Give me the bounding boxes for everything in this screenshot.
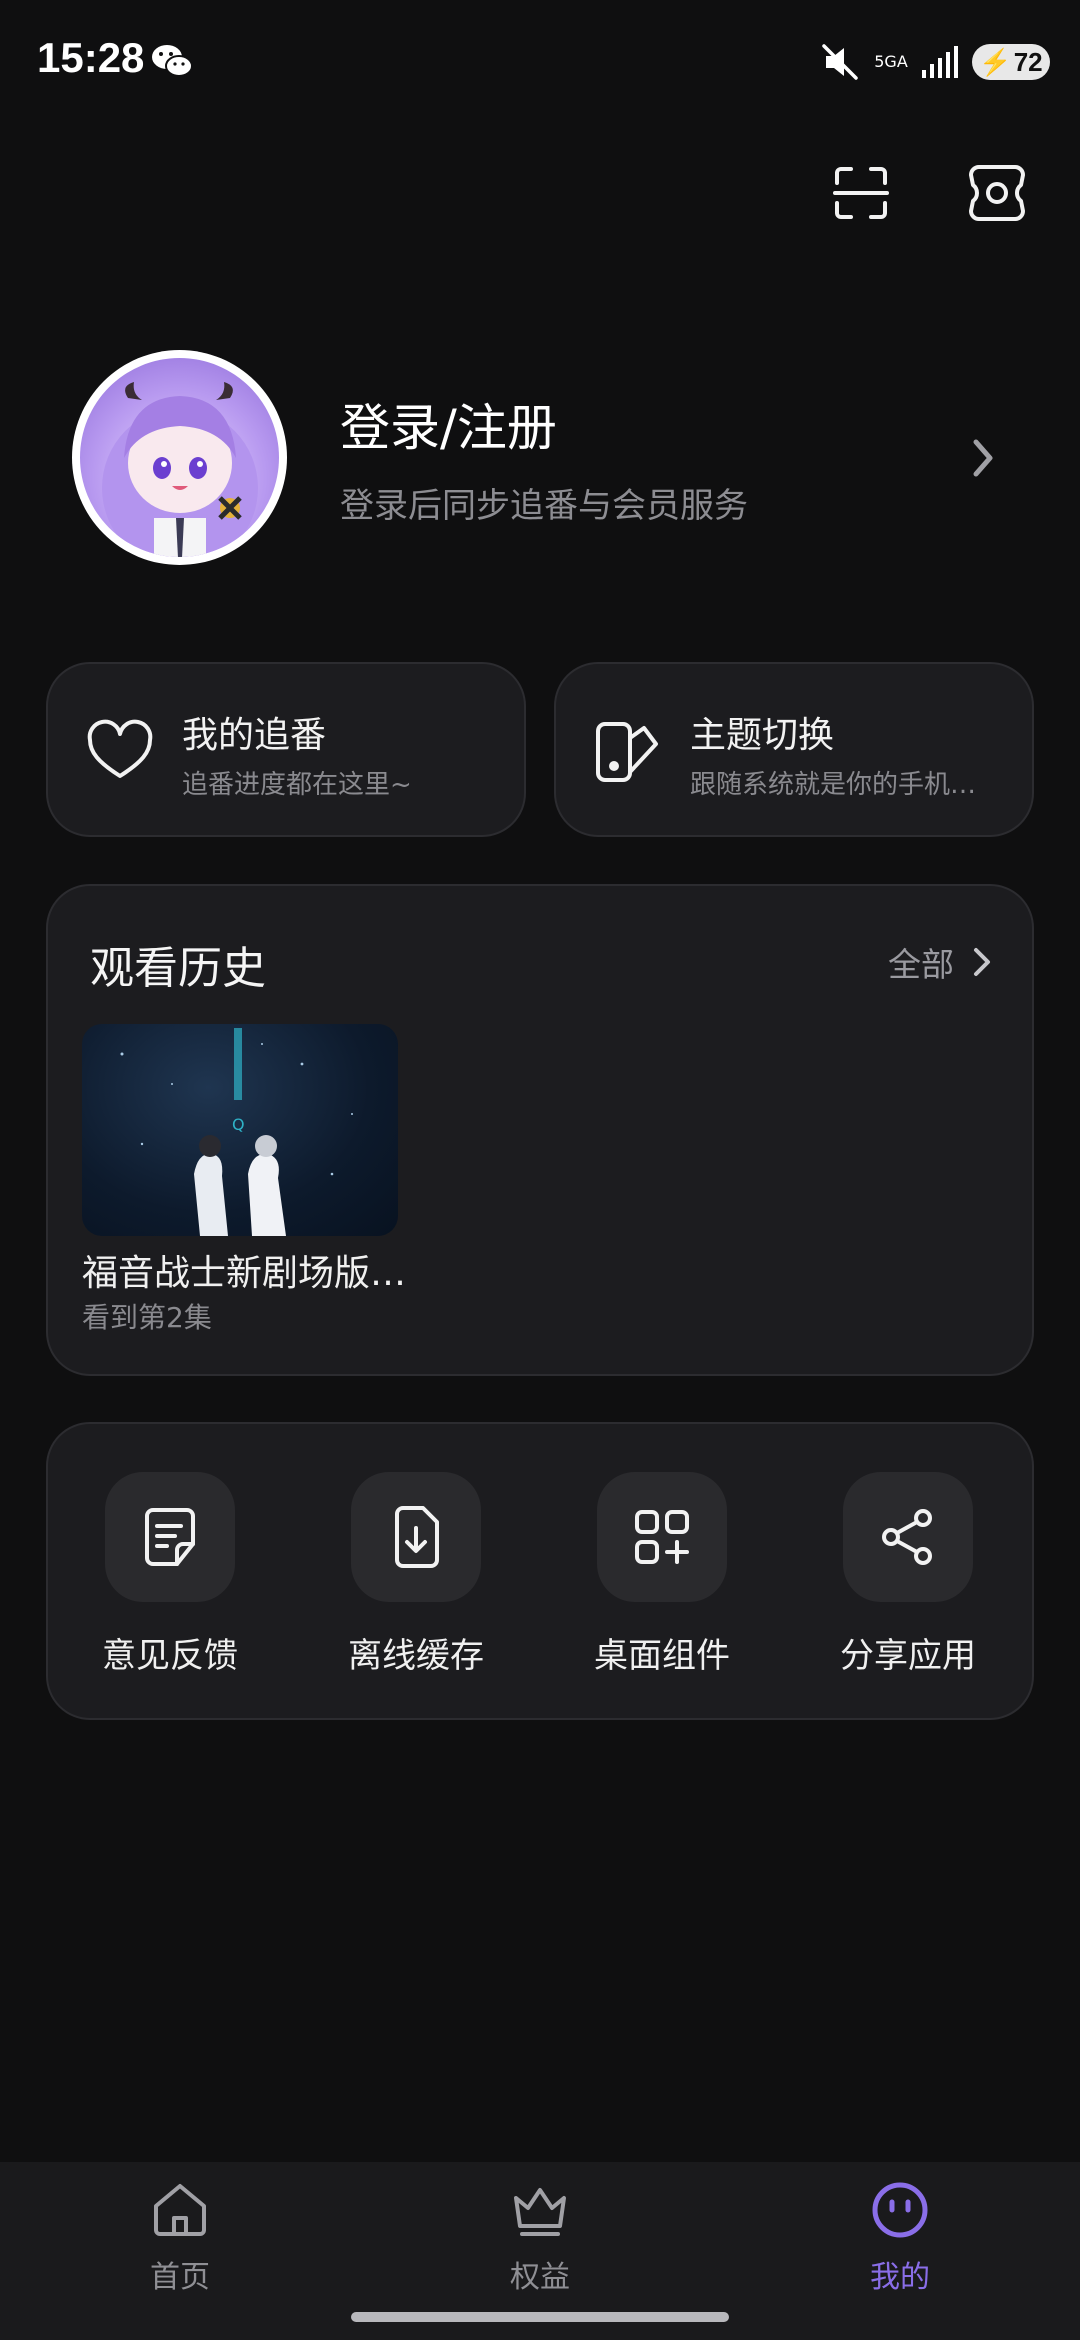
my-follow-subtitle: 追番进度都在这里~ bbox=[182, 770, 412, 800]
widget-icon-box bbox=[597, 1472, 727, 1602]
feedback-label: 意见反馈 bbox=[102, 1636, 238, 1676]
chevron-right-icon bbox=[974, 948, 990, 976]
theme-switch-title: 主题切换 bbox=[690, 715, 835, 756]
settings-icon bbox=[969, 165, 1025, 221]
avatar[interactable] bbox=[72, 350, 287, 565]
my-follow-title: 我的追番 bbox=[182, 715, 327, 756]
scan-icon bbox=[833, 167, 889, 219]
share-app-label: 分享应用 bbox=[840, 1636, 976, 1676]
home-icon bbox=[154, 2184, 206, 2236]
my-follow-card[interactable]: 我的追番 追番进度都在这里~ bbox=[46, 662, 526, 837]
home-indicator[interactable] bbox=[351, 2312, 729, 2322]
heart-icon bbox=[87, 719, 153, 778]
nav-home-label: 首页 bbox=[150, 2260, 210, 2295]
theme-icon bbox=[596, 722, 658, 782]
status-bar: 15:28 5GA ⚡ 72 bbox=[0, 0, 1080, 120]
header-actions bbox=[828, 160, 1030, 226]
desktop-widget-button[interactable]: 桌面组件 bbox=[562, 1472, 762, 1677]
crown-icon bbox=[514, 2188, 566, 2236]
desktop-widget-label: 桌面组件 bbox=[594, 1636, 730, 1676]
theme-switch-subtitle: 跟随系统就是你的手机… bbox=[690, 770, 977, 800]
avatar-illustration bbox=[102, 382, 258, 557]
tools-card: 意见反馈 离线缓存 桌面组件 分享应用 bbox=[46, 1422, 1034, 1720]
login-title[interactable]: 登录/注册 bbox=[340, 388, 557, 460]
history-item-title[interactable]: 福音战士新剧场版… bbox=[82, 1244, 406, 1296]
nav-benefits[interactable]: 权益 bbox=[460, 2178, 620, 2296]
feedback-button[interactable]: 意见反馈 bbox=[70, 1472, 270, 1677]
share-icon-box bbox=[843, 1472, 973, 1602]
nav-mine[interactable]: 我的 bbox=[820, 2178, 980, 2296]
share-app-button[interactable]: 分享应用 bbox=[808, 1472, 1008, 1677]
scan-button[interactable] bbox=[828, 160, 894, 226]
status-icons: 5GA ⚡ 72 bbox=[818, 40, 1050, 84]
watch-history-card: 观看历史 全部 Q 福音战士新剧场版… 看到第2集 bbox=[46, 884, 1034, 1376]
nav-benefits-label: 权益 bbox=[510, 2260, 570, 2295]
status-time: 15:28 bbox=[37, 34, 145, 81]
history-thumbnail[interactable]: Q bbox=[82, 1024, 398, 1236]
chevron-right-icon[interactable] bbox=[958, 428, 1008, 488]
watch-history-title: 观看历史 bbox=[90, 943, 266, 994]
svg-text:Q: Q bbox=[232, 1115, 245, 1134]
settings-button[interactable] bbox=[964, 160, 1030, 226]
avatar-image bbox=[80, 358, 279, 557]
offline-cache-label: 离线缓存 bbox=[348, 1636, 484, 1676]
feedback-icon-box bbox=[105, 1472, 235, 1602]
mute-icon bbox=[822, 44, 858, 80]
profile-page: 15:28 5GA ⚡ 72 登录/注册 登录后同步追番与会员服务 我的追番 追… bbox=[0, 0, 1080, 2340]
download-icon-box bbox=[351, 1472, 481, 1602]
charging-icon: ⚡ bbox=[979, 46, 1012, 77]
feedback-icon bbox=[145, 1508, 195, 1566]
signal-icon bbox=[922, 46, 958, 78]
share-icon bbox=[882, 1509, 932, 1565]
battery-icon: ⚡ 72 bbox=[972, 44, 1050, 80]
widget-icon bbox=[635, 1510, 689, 1564]
battery-level: 72 bbox=[1013, 46, 1043, 77]
history-all-link[interactable]: 全部 bbox=[888, 938, 994, 986]
network-type: 5GA bbox=[874, 52, 908, 71]
download-icon bbox=[395, 1506, 439, 1568]
history-all-label: 全部 bbox=[888, 945, 954, 984]
nav-mine-label: 我的 bbox=[870, 2260, 930, 2295]
poster-image: Q bbox=[120, 1028, 353, 1236]
history-item-progress: 看到第2集 bbox=[82, 1301, 212, 1334]
login-subtitle: 登录后同步追番与会员服务 bbox=[340, 486, 748, 526]
nav-home[interactable]: 首页 bbox=[100, 2178, 260, 2296]
wechat-icon bbox=[152, 45, 193, 77]
offline-cache-button[interactable]: 离线缓存 bbox=[316, 1472, 516, 1677]
smile-icon bbox=[872, 2182, 928, 2238]
theme-switch-card[interactable]: 主题切换 跟随系统就是你的手机… bbox=[554, 662, 1034, 837]
login-profile-row[interactable]: 登录/注册 登录后同步追番与会员服务 bbox=[72, 350, 1008, 565]
